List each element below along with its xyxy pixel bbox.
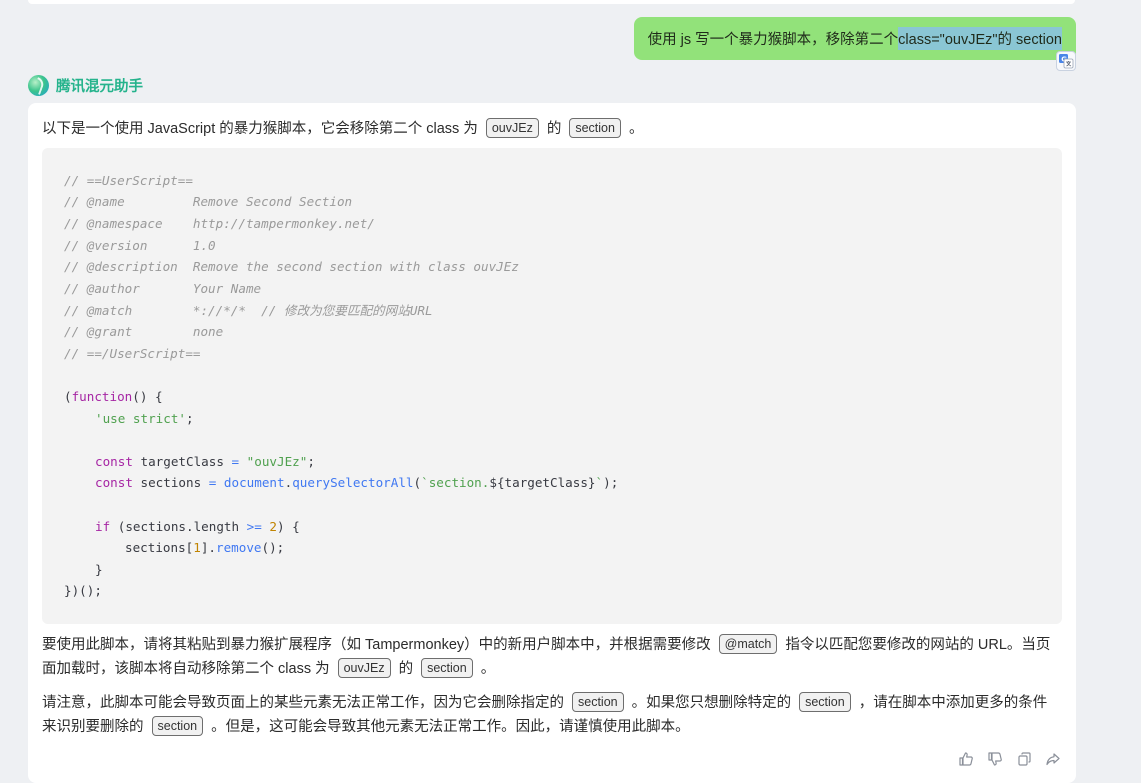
code-line: const targetClass = "ouvJEz"; [95,454,315,469]
inline-code-section: section [799,692,851,712]
code-line: 'use strict'; [95,411,194,426]
thumbs-up-icon[interactable] [958,751,974,767]
user-message-selected-text: class="ouvJEz"的 section [898,27,1062,50]
thumbs-down-icon[interactable] [987,751,1003,767]
user-message-bubble[interactable]: 使用 js 写一个暴力猴脚本，移除第二个 class="ouvJEz"的 sect… [633,17,1076,60]
inline-code-ouvjez: ouvJEz [337,658,391,678]
usage-text-1: 要使用此脚本，请将其粘贴到暴力猴扩展程序（如 Tampermonkey）中的新用… [42,637,711,653]
answer-intro: 以下是一个使用 JavaScript 的暴力猴脚本，它会移除第二个 class … [42,117,1054,141]
code-line: } [95,562,103,577]
inline-code-section: section [421,658,473,678]
note-text-1: 请注意，此脚本可能会导致页面上的某些元素无法正常工作，因为它会删除指定的 [42,695,564,711]
code-line: const sections = document.querySelectorA… [95,475,619,490]
hunyuan-logo-icon [28,74,49,96]
usage-text-3: 的 [398,661,414,677]
intro-text-1: 以下是一个使用 JavaScript 的暴力猴脚本，它会移除第二个 class … [42,121,478,137]
code-line: // ==/UserScript== [64,346,201,361]
note-text-4: 。但是，这可能会导致其他元素无法正常工作。因此，请谨慎使用此脚本。 [211,719,690,735]
inline-code-section: section [151,716,204,736]
translate-icon[interactable]: G [1056,51,1076,71]
answer-note: 请注意，此脚本可能会导致页面上的某些元素无法正常工作，因为它会删除指定的 sect… [42,691,1054,739]
inline-code-section: section [572,692,624,712]
code-line: // @name Remove Second Section [64,194,353,209]
code-line: sections[1].remove(); [125,540,285,555]
inline-code-section: section [569,118,621,138]
code-line: // @description Remove the second sectio… [64,259,519,274]
inline-code-ouvjez: ouvJEz [485,118,539,138]
intro-text-2: 的 [546,121,562,137]
share-icon[interactable] [1045,751,1061,767]
code-block[interactable]: // ==UserScript== // @name Remove Second… [42,148,1062,624]
note-text-2: 。如果您只想删除特定的 [631,695,792,711]
user-message-prefix: 使用 js 写一个暴力猴脚本，移除第二个 [647,32,899,48]
code-line: // ==UserScript== [64,173,193,188]
answer-toolbar [958,751,1061,767]
code-line: // @namespace http://tampermonkey.net/ [64,216,375,231]
copy-icon[interactable] [1016,751,1032,767]
code-line: if (sections.length >= 2) { [95,519,300,534]
code-line: // @version 1.0 [64,238,216,253]
code-line: })(); [64,583,102,598]
usage-text-4: 。 [480,661,496,677]
assistant-header: 腾讯混元助手 [28,74,143,96]
code-line: (function() { [64,389,163,404]
translate-glyph-icon: G [1059,54,1074,69]
assistant-name: 腾讯混元助手 [56,78,143,95]
code-line: // @grant none [64,324,224,339]
assistant-answer-card: 以下是一个使用 JavaScript 的暴力猴脚本，它会移除第二个 class … [28,103,1076,783]
code-line: // @author Your Name [64,281,262,296]
code-line: // @match *://*/* // 修改为您要匹配的网站URL [64,303,433,318]
intro-text-3: 。 [628,121,644,137]
previous-message-card [28,0,1075,4]
answer-usage: 要使用此脚本，请将其粘贴到暴力猴扩展程序（如 Tampermonkey）中的新用… [42,633,1054,681]
inline-code-match: @match [718,634,778,654]
